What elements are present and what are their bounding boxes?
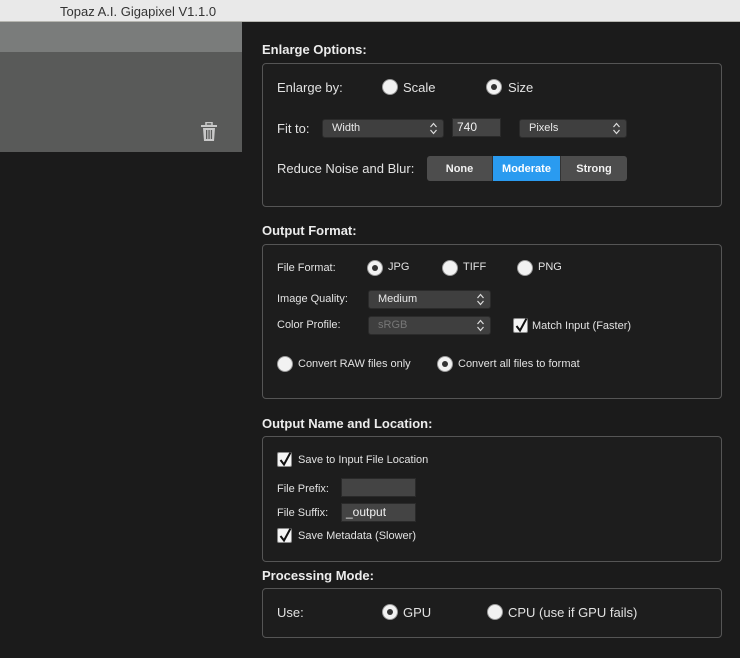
unit-select[interactable]: Pixels	[519, 119, 627, 138]
unit-value: Pixels	[529, 122, 559, 134]
convert-all-label[interactable]: Convert all files to format	[458, 358, 580, 370]
match-input-checkbox[interactable]	[513, 318, 528, 333]
noise-option-moderate[interactable]: Moderate	[493, 156, 561, 181]
file-prefix-input[interactable]	[341, 478, 416, 497]
gpu-radio[interactable]	[382, 604, 398, 620]
image-quality-value: Medium	[378, 293, 418, 305]
color-profile-select[interactable]: sRGB	[368, 316, 491, 335]
scale-radio[interactable]	[382, 79, 398, 95]
fit-to-label: Fit to:	[277, 121, 310, 136]
size-input[interactable]: 740	[452, 118, 501, 137]
updown-arrows-icon	[613, 122, 620, 135]
size-radio[interactable]	[486, 79, 502, 95]
image-quality-label: Image Quality:	[277, 293, 348, 305]
save-input-location-label[interactable]: Save to Input File Location	[298, 454, 428, 466]
output-format-title: Output Format:	[262, 223, 357, 238]
use-label: Use:	[277, 605, 304, 620]
cpu-radio-label[interactable]: CPU (use if GPU fails)	[508, 605, 637, 620]
trash-icon[interactable]	[200, 122, 218, 142]
image-list-pane	[0, 22, 242, 658]
file-suffix-label: File Suffix:	[277, 507, 329, 519]
convert-raw-label[interactable]: Convert RAW files only	[298, 358, 411, 370]
color-profile-label: Color Profile:	[277, 319, 341, 331]
format-radio-tiff-label[interactable]: TIFF	[463, 261, 486, 273]
processing-mode-title: Processing Mode:	[262, 568, 374, 583]
updown-arrows-icon	[477, 293, 484, 306]
checkmark-icon	[515, 318, 528, 333]
size-radio-label[interactable]: Size	[508, 80, 533, 95]
format-radio-tiff[interactable]	[442, 260, 458, 276]
output-format-box: File Format: JPG TIFF PNG Image Quality:…	[262, 244, 722, 399]
enlarge-options-box: Enlarge by: Scale Size Fit to: Width 740…	[262, 63, 722, 207]
fit-to-value: Width	[332, 122, 361, 134]
format-radio-png[interactable]	[517, 260, 533, 276]
match-input-label[interactable]: Match Input (Faster)	[532, 320, 631, 332]
output-name-title: Output Name and Location:	[262, 416, 433, 431]
image-list-item[interactable]	[0, 52, 242, 152]
save-input-location-checkbox[interactable]	[277, 452, 292, 467]
format-radio-jpg[interactable]	[367, 260, 383, 276]
processing-mode-box: Use: GPU CPU (use if GPU fails)	[262, 588, 722, 638]
file-prefix-label: File Prefix:	[277, 483, 329, 495]
noise-label: Reduce Noise and Blur:	[277, 161, 415, 176]
noise-option-strong[interactable]: Strong	[561, 156, 627, 181]
updown-arrows-icon	[430, 122, 437, 135]
format-radio-png-label[interactable]: PNG	[538, 261, 562, 273]
noise-segmented-control: None Moderate Strong	[427, 156, 627, 181]
file-suffix-value: _output	[346, 505, 387, 519]
enlarge-by-label: Enlarge by:	[277, 80, 343, 95]
convert-raw-radio[interactable]	[277, 356, 293, 372]
output-name-box: Save to Input File Location File Prefix:…	[262, 436, 722, 562]
file-format-label: File Format:	[277, 262, 336, 274]
save-metadata-label[interactable]: Save Metadata (Slower)	[298, 530, 416, 542]
updown-arrows-icon	[477, 319, 484, 332]
gpu-radio-label[interactable]: GPU	[403, 605, 431, 620]
image-quality-select[interactable]: Medium	[368, 290, 491, 309]
cpu-radio[interactable]	[487, 604, 503, 620]
fit-to-select[interactable]: Width	[322, 119, 444, 138]
settings-pane: Enlarge Options: Enlarge by: Scale Size …	[242, 22, 740, 658]
convert-all-radio[interactable]	[437, 356, 453, 372]
color-profile-value: sRGB	[378, 319, 408, 331]
window-title: Topaz A.I. Gigapixel V1.1.0	[60, 4, 217, 19]
format-radio-jpg-label[interactable]: JPG	[388, 261, 409, 273]
checkmark-icon	[279, 528, 292, 543]
scale-radio-label[interactable]: Scale	[403, 80, 436, 95]
noise-option-none[interactable]: None	[427, 156, 493, 181]
size-input-value: 740	[457, 120, 478, 134]
enlarge-options-title: Enlarge Options:	[262, 42, 367, 57]
image-list-header-item[interactable]	[0, 22, 242, 52]
window-titlebar: Topaz A.I. Gigapixel V1.1.0	[0, 0, 740, 24]
file-suffix-input[interactable]: _output	[341, 503, 416, 522]
save-metadata-checkbox[interactable]	[277, 528, 292, 543]
checkmark-icon	[279, 452, 292, 467]
